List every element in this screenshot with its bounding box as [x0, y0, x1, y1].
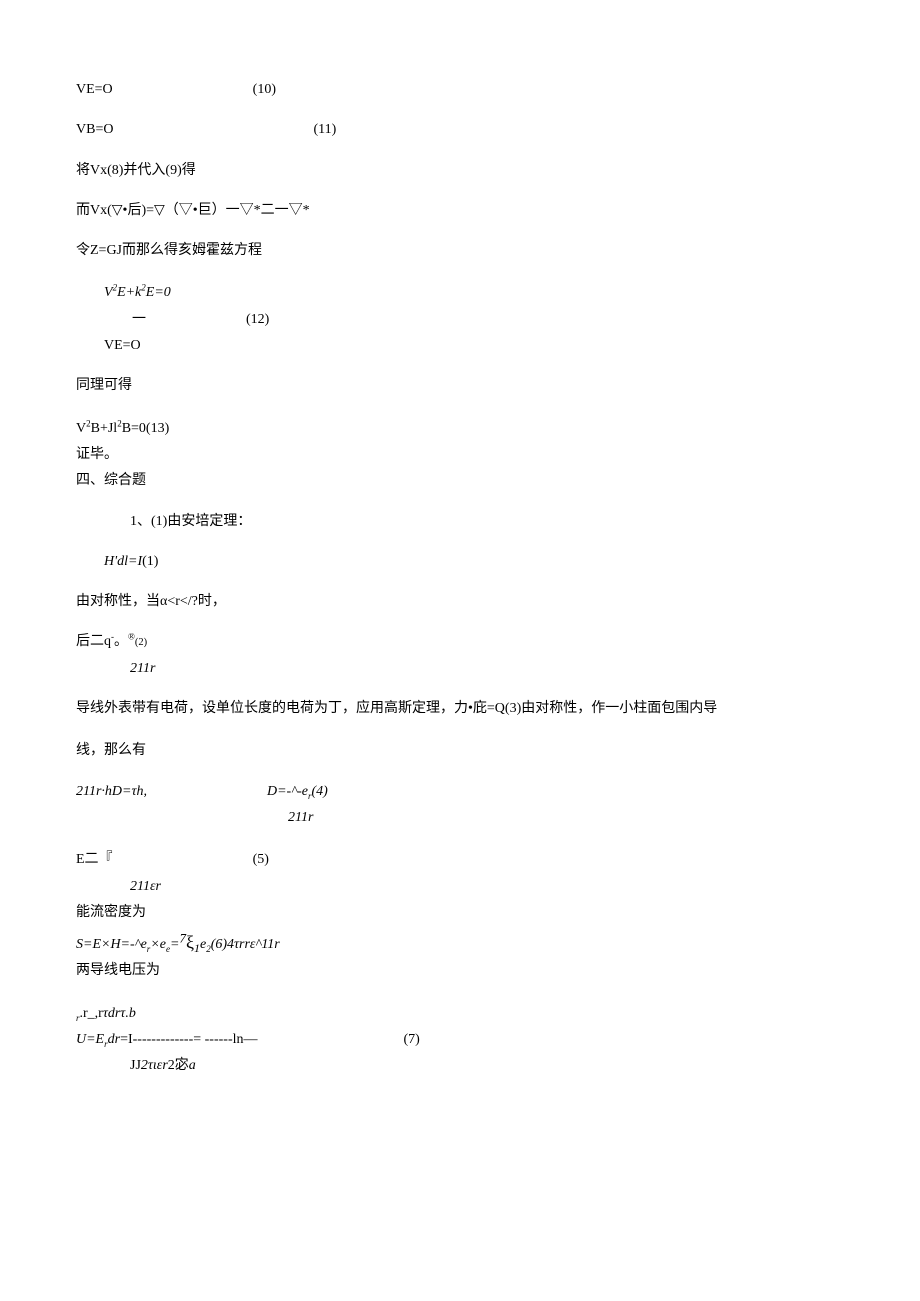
text-poynting: 能流密度为 [76, 903, 844, 923]
eq5-a: E二『 [76, 852, 113, 867]
eq7-a: U=E [76, 1032, 104, 1047]
eq4-b: D=-^-e [267, 784, 308, 799]
equation-4-denom: 211r [76, 808, 844, 828]
eq7-g: ln— [233, 1032, 258, 1047]
equation-2-denom: 211r [76, 659, 844, 679]
equation-6: S=E×H=-^er×ee=7ξ1e2(6)4τrrε^11r [76, 929, 844, 955]
text-expansion-content: 而Vx(▽•后)=▽（▽•巨）一▽*二一▽* [76, 203, 310, 218]
text-substitute: 将Vx(8)并代入(9)得 [76, 161, 844, 181]
heading-section-4-content: 四、综合题 [76, 473, 146, 488]
text-symmetry-1-content: 由对称性，当α<r</?时， [76, 594, 226, 609]
text-symmetry-1: 由对称性，当α<r</?时， [76, 592, 844, 612]
eq7-h: (7) [404, 1030, 420, 1050]
eq7b-c: 2宓 [168, 1058, 189, 1073]
text-gauss-2-content: 线，那么有 [76, 743, 146, 758]
eq4-denom: 211r [288, 810, 313, 825]
eq10-num: (10) [253, 80, 276, 100]
equation-5-denom: 211εr [76, 877, 844, 897]
text-ampere-law: 1、(1)由安培定理： [76, 512, 844, 532]
text-qed: 证毕。 [76, 445, 844, 465]
equation-11: VB=O (11) [76, 120, 844, 140]
text-voltage: 两导线电压为 [76, 961, 844, 981]
equation-12-dash: 一 (12) [76, 310, 844, 330]
text-helmholtz-content: 令Z=GJ而那么得亥姆霍兹方程 [76, 243, 262, 258]
eq13-a: V [76, 421, 86, 436]
eq7-f: = ------ [193, 1032, 232, 1047]
text-substitute-content: 将Vx(8)并代入(9)得 [76, 163, 196, 178]
eq13-c: B+Jl [91, 421, 118, 436]
text-gauss-1: 导线外表带有电荷，设单位长度的电荷为丁，应用高斯定理，力•庇=Q(3)由对称性，… [76, 699, 844, 719]
eq-ve0: VE=O [104, 338, 141, 353]
eq2-e: (2) [135, 637, 147, 648]
equation-4: 211r·hD=τh,D=-^-er(4) [76, 782, 844, 802]
text-ampere-content: 1、(1)由安培定理： [130, 514, 251, 529]
text-voltage-content: 两导线电压为 [76, 963, 160, 978]
equation-ve0: VE=O [76, 336, 844, 356]
eq13-e: B=0(13) [122, 421, 170, 436]
eq4-a: 211r·hD=τh, [76, 784, 147, 799]
eq6-g: ξ [186, 932, 194, 952]
equation-10: VE=O (10) [76, 80, 844, 100]
text-qed-content: 证毕。 [76, 447, 118, 462]
eq5-denom: 211εr [130, 879, 161, 894]
text-poynting-content: 能流密度为 [76, 905, 146, 920]
equation-7-bottom: JJ2τιεr2宓a [76, 1056, 844, 1076]
eq7-d: =I [120, 1032, 133, 1047]
text-expansion: 而Vx(▽•后)=▽（▽•巨）一▽*二一▽* [76, 201, 844, 221]
equation-helmholtz-e: V2E+k2E=0 [76, 283, 844, 303]
eq7b-a: JJ [130, 1058, 141, 1073]
eq6-k: (6)4τrrε^11r [211, 937, 280, 952]
eq10-lhs: VE=O [76, 82, 113, 97]
eq6-c: ×e [150, 937, 166, 952]
eq7-c: dr [108, 1032, 120, 1047]
eqhe-c: E+k [117, 285, 141, 300]
eq11-num: (11) [313, 120, 336, 140]
eqhe-a: V [104, 285, 113, 300]
heading-section-4: 四、综合题 [76, 471, 844, 491]
equation-1: H'dl=I(1) [76, 552, 844, 572]
eq1-lhs: H'dl=I [104, 554, 142, 569]
eq1-rhs: (1) [142, 554, 158, 569]
eq2-d: ® [128, 632, 135, 642]
eq12-dash: 一 [132, 312, 146, 327]
equation-2: 后二q-。®(2) [76, 632, 844, 652]
equation-7: U=Erdr=I-------------= ------ln—(7) [76, 1030, 844, 1050]
equation-5: E二『 (5) [76, 850, 844, 870]
text-gauss-2: 线，那么有 [76, 741, 844, 761]
eq7t-c: τdrτ.b [103, 1006, 136, 1021]
eq7b-d: a [189, 1058, 196, 1073]
eq7b-b: 2τιεr [141, 1058, 168, 1073]
eq7t-b: .r_,r [80, 1006, 103, 1021]
text-similarly: 同理可得 [76, 376, 844, 396]
text-gauss-1-content: 导线外表带有电荷，设单位长度的电荷为丁，应用高斯定理，力•庇=Q(3)由对称性，… [76, 701, 717, 716]
eq12-num: (12) [246, 310, 269, 330]
text-helmholtz-intro: 令Z=GJ而那么得亥姆霍兹方程 [76, 241, 844, 261]
eq7-e: ------------- [133, 1032, 194, 1047]
eqhe-e: E=0 [146, 285, 171, 300]
eq5-b: (5) [253, 850, 269, 870]
equation-13: V2B+Jl2B=0(13) [76, 419, 844, 439]
eq6-a: S=E×H=-^e [76, 937, 147, 952]
equation-7-top: r.r_,rτdrτ.b [76, 1004, 844, 1024]
text-similarly-content: 同理可得 [76, 378, 132, 393]
eq2-denom: 211r [130, 661, 155, 676]
eq11-lhs: VB=O [76, 122, 113, 137]
eq4-d: (4) [312, 784, 328, 799]
eq2-a: 后二q [76, 634, 111, 649]
eq2-c: 。 [114, 634, 128, 649]
